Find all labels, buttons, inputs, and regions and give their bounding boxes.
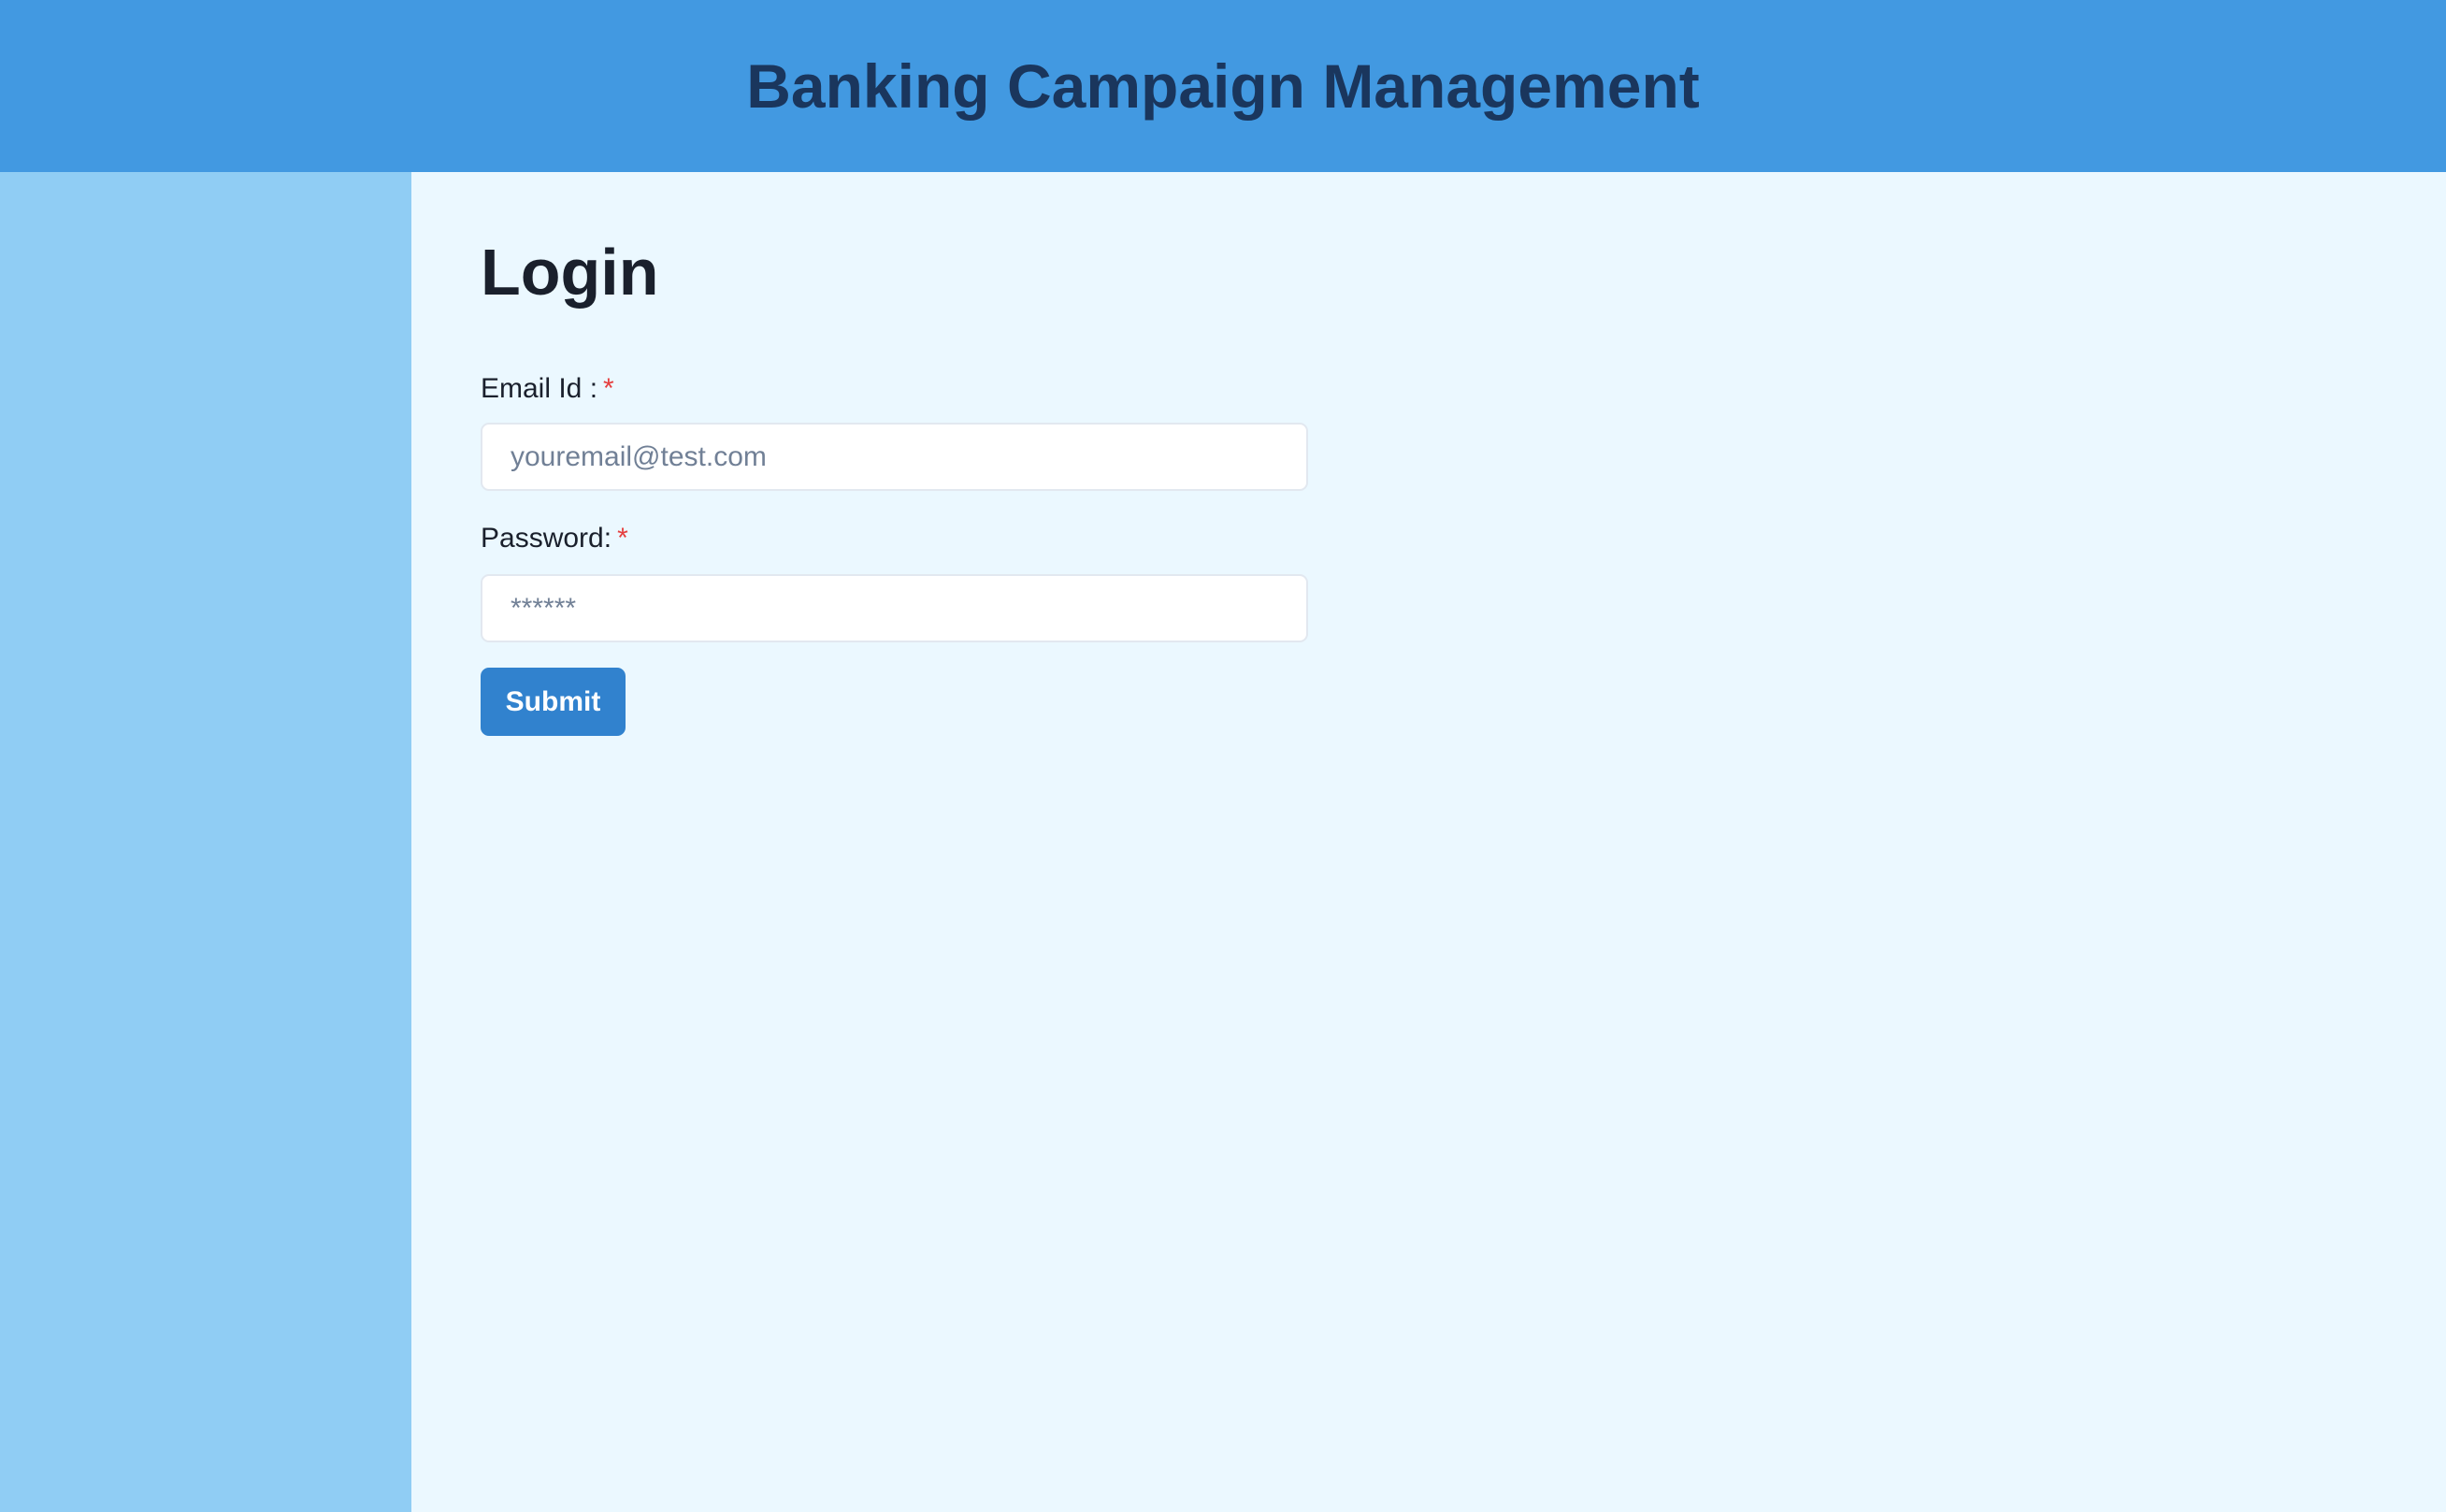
app-header: Banking Campaign Management — [0, 0, 2446, 172]
password-input[interactable] — [481, 574, 1308, 642]
submit-button[interactable]: Submit — [481, 668, 626, 736]
required-mark: * — [603, 373, 614, 404]
app-title: Banking Campaign Management — [746, 51, 1700, 121]
sidebar — [0, 172, 411, 1512]
password-label: Password: * — [481, 525, 628, 553]
required-mark: * — [617, 523, 628, 554]
password-label-text: Password: — [481, 523, 612, 554]
email-label-text: Email Id : — [481, 373, 598, 404]
email-input[interactable] — [481, 423, 1308, 491]
page-title: Login — [481, 236, 659, 309]
email-label: Email Id : * — [481, 375, 614, 403]
main-content: Login Email Id :* Password:* Submit — [411, 172, 2446, 1512]
